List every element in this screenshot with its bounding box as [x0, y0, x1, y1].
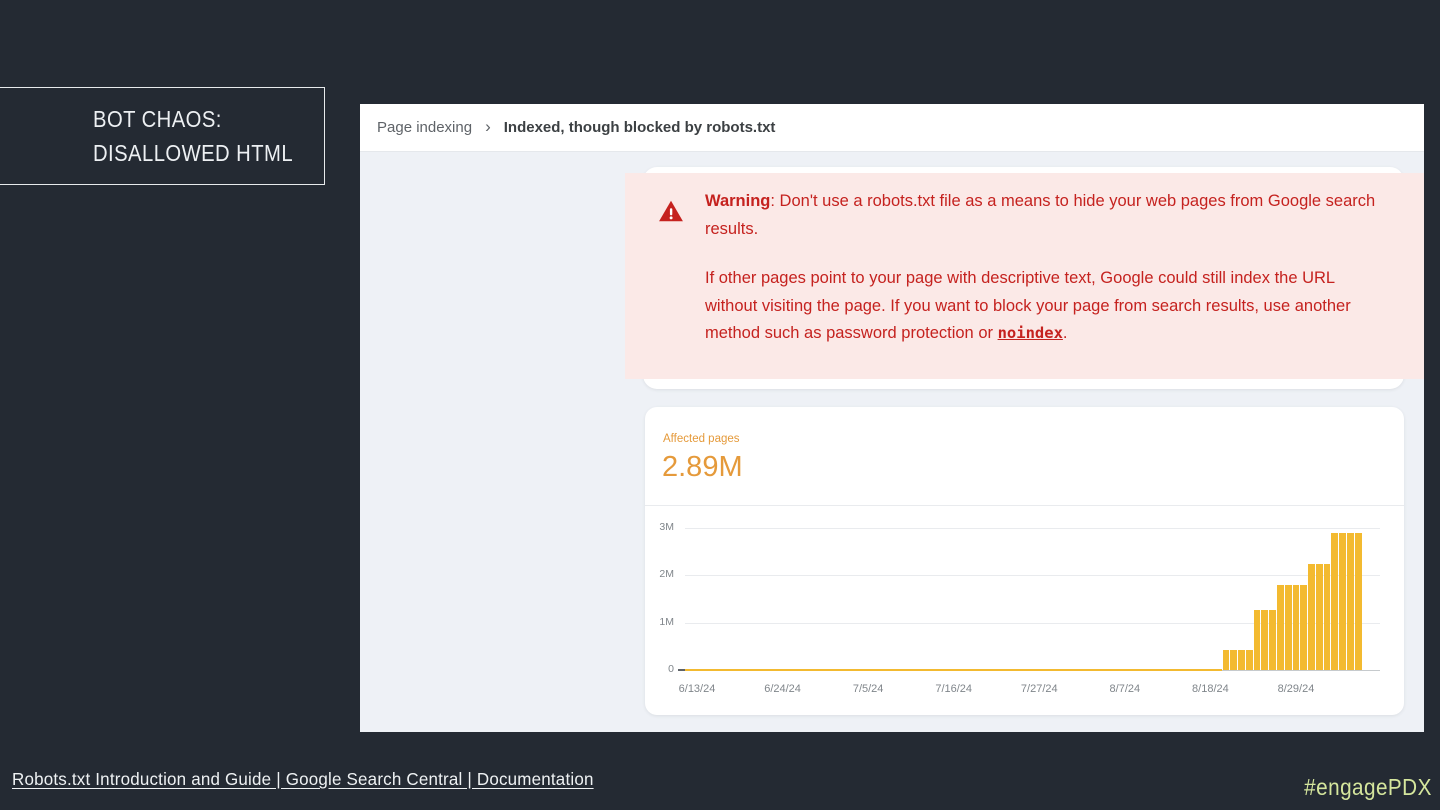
y-axis-label-3M: 3M	[659, 521, 674, 533]
slide-title-box: Bot Chaos: Disallowed HTML	[0, 87, 325, 185]
chart-bar[interactable]	[1230, 649, 1238, 670]
warning-label: Warning	[705, 192, 771, 210]
chart-bar[interactable]	[1253, 609, 1261, 670]
event-hashtag: #engagePDX	[1304, 774, 1432, 800]
x-axis-label-8/18/24: 8/18/24	[1192, 683, 1229, 695]
warning-paragraph-2: If other pages point to your page with d…	[705, 265, 1387, 348]
warning-paragraph-1: Warning: Don't use a robots.txt file as …	[705, 188, 1387, 243]
breadcrumb-current-page: Indexed, though blocked by robots.txt	[503, 119, 776, 136]
y-axis-label-1M: 1M	[659, 615, 674, 628]
breadcrumb: Page indexing › Indexed, though blocked …	[360, 104, 1424, 152]
slide-title-line-1: Bot Chaos:	[93, 106, 222, 132]
zero-value-line	[685, 668, 1223, 671]
chart-bar[interactable]	[1308, 563, 1315, 670]
affected-pages-chart[interactable]: 3M 2M 1M 0 6/13/24 6/24/24 7/5/24 7/16/24 7/27/2…	[645, 407, 1404, 715]
search-console-screenshot: Page indexing › Indexed, though blocked …	[360, 104, 1424, 732]
chart-bar[interactable]	[1269, 609, 1276, 670]
chart-bar[interactable]	[1331, 533, 1339, 670]
y-axis-label-2M: 2M	[659, 568, 674, 581]
x-axis-label-7/16/24: 7/16/24	[935, 683, 973, 695]
gridline-2M	[685, 575, 1380, 577]
chart-bar[interactable]	[1261, 609, 1269, 670]
chart-bar[interactable]	[1284, 584, 1292, 670]
affected-pages-chart-card: Affected pages 2.89M 3M 2M 1M 0 6/13/24 6/24/…	[645, 407, 1404, 715]
chart-bar[interactable]	[1315, 563, 1323, 670]
warning-sentence: : Don't use a robots.txt file as a means…	[705, 192, 1376, 238]
noindex-link[interactable]: noindex	[998, 324, 1063, 342]
warning-paragraph-2-period: .	[1062, 324, 1068, 342]
chart-bar[interactable]	[1238, 649, 1245, 670]
x-axis-label-8/29/24: 8/29/24	[1277, 683, 1315, 695]
source-link[interactable]: Robots.txt Introduction and Guide | Goog…	[12, 769, 594, 790]
chart-bar[interactable]	[1245, 649, 1253, 670]
warning-text: Warning: Don't use a robots.txt file as …	[705, 188, 1387, 348]
search-console-content: Warning: Don't use a robots.txt file as …	[360, 152, 1424, 732]
gridline-3M	[685, 528, 1380, 529]
chart-bar[interactable]	[1277, 584, 1284, 670]
x-axis-label-8/7/24: 8/7/24	[1109, 683, 1141, 695]
x-axis-label-7/5/24: 7/5/24	[852, 683, 884, 695]
chart-bar[interactable]	[1339, 533, 1346, 670]
warning-banner: Warning: Don't use a robots.txt file as …	[625, 173, 1424, 379]
slide-background: Bot Chaos: Disallowed HTML Page indexing…	[0, 0, 1440, 810]
chart-bar[interactable]	[1323, 563, 1331, 670]
x-axis-label-6/13/24: 6/13/24	[678, 683, 716, 695]
y-axis-label-0: 0	[668, 663, 674, 675]
x-axis-label-6/24/24: 6/24/24	[764, 683, 801, 695]
chart-bar[interactable]	[1354, 533, 1362, 670]
chart-bar[interactable]	[1222, 649, 1230, 670]
breadcrumb-page-indexing[interactable]: Page indexing	[377, 119, 472, 136]
zero-tick-dash	[678, 669, 685, 671]
x-axis-label-7/27/24: 7/27/24	[1020, 683, 1058, 695]
slide-title-line-2: Disallowed HTML	[93, 140, 294, 166]
chart-bar[interactable]	[1292, 584, 1300, 670]
chart-bar[interactable]	[1347, 533, 1354, 670]
warning-triangle-icon	[659, 200, 683, 222]
chart-bar[interactable]	[1300, 584, 1308, 670]
chevron-right-icon: ›	[485, 117, 491, 136]
